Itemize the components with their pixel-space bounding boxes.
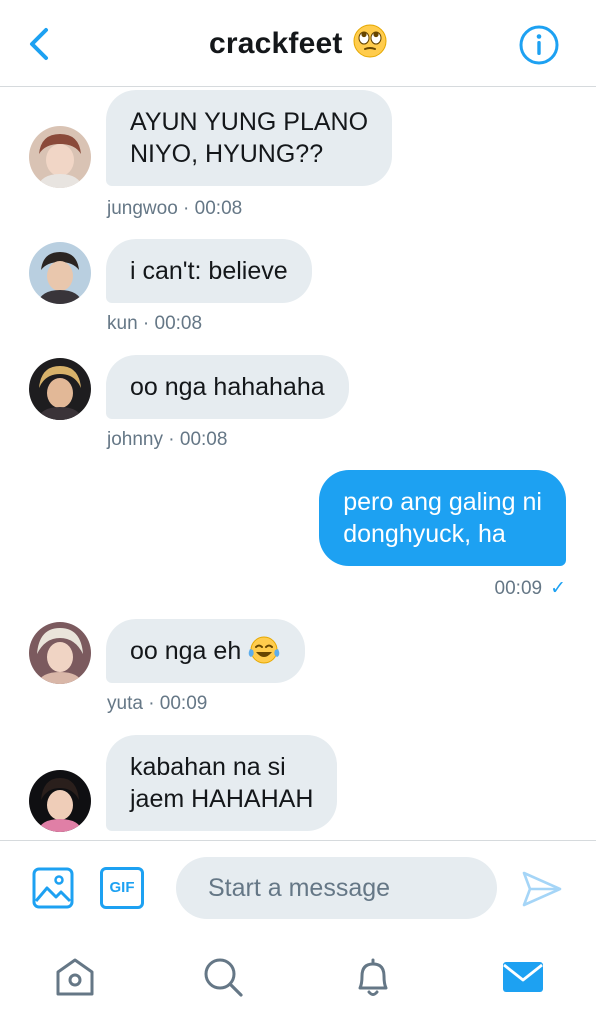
message-text-line: jaem HAHAHAH	[130, 785, 314, 813]
message-bubble-jaemin[interactable]: kabahan na si jaem HAHAHAH	[106, 735, 338, 831]
message-time: 00:09	[494, 578, 543, 599]
message-text-line: i can't: believe	[130, 257, 288, 285]
avatar-jaemin-image	[29, 770, 91, 832]
conversation-title: crackfeet	[208, 27, 343, 60]
message-text-line: donghyuck, ha	[343, 520, 506, 548]
home-icon[interactable]	[52, 954, 98, 1000]
image-icon[interactable]	[32, 867, 74, 909]
notifications-icon[interactable]	[350, 954, 396, 1000]
rolling-eyes-emoji-icon	[353, 24, 387, 58]
avatar-yuta-image	[29, 622, 91, 684]
message-meta-kun: kun · 00:08	[107, 313, 203, 334]
avatar-johnny-image	[29, 358, 91, 420]
info-icon[interactable]	[518, 24, 560, 66]
conversation-title-wrap: crackfeet	[0, 24, 596, 61]
avatar-jungwoo[interactable]	[29, 126, 91, 188]
message-meta-outgoing: 00:09 ✓	[495, 577, 566, 600]
message-bubble-outgoing[interactable]: pero ang galing ni donghyuck, ha	[319, 470, 566, 566]
avatar-kun-image	[29, 242, 91, 304]
search-icon[interactable]	[200, 954, 246, 1000]
avatar-jaemin[interactable]	[29, 770, 91, 832]
avatar-johnny[interactable]	[29, 358, 91, 420]
messages-icon[interactable]	[500, 954, 546, 1000]
sent-check-icon: ✓	[550, 578, 566, 599]
message-composer: GIF	[0, 840, 596, 934]
bottom-tab-bar	[0, 934, 596, 1024]
tears-of-joy-emoji-icon	[248, 636, 280, 664]
message-meta-jungwoo: jungwoo · 00:08	[107, 198, 243, 219]
message-bubble-yuta[interactable]: oo nga eh	[106, 619, 306, 683]
avatar-jungwoo-image	[29, 126, 91, 188]
message-bubble-kun[interactable]: i can't: believe	[106, 239, 312, 303]
message-text-line: pero ang galing ni	[343, 488, 542, 516]
message-text-line: AYUN YUNG PLANO	[130, 108, 369, 136]
message-text-line: kabahan na si	[130, 753, 286, 781]
avatar-kun[interactable]	[29, 242, 91, 304]
message-bubble-johnny[interactable]: oo nga hahahaha	[106, 355, 349, 419]
message-text-line: oo nga eh	[130, 637, 242, 665]
message-text-line: NIYO, HYUNG??	[130, 140, 324, 168]
conversation-header: crackfeet	[0, 0, 596, 87]
message-bubble-jungwoo[interactable]: AYUN YUNG PLANO NIYO, HYUNG??	[106, 90, 393, 186]
message-meta-johnny: johnny · 00:08	[107, 429, 228, 450]
gif-label: GIF	[109, 879, 135, 896]
send-icon[interactable]	[520, 867, 564, 911]
avatar-yuta[interactable]	[29, 622, 91, 684]
gif-button[interactable]: GIF	[100, 867, 144, 909]
message-input[interactable]	[176, 857, 497, 919]
message-text-line: oo nga hahahaha	[130, 373, 325, 401]
message-meta-yuta: yuta · 00:09	[107, 693, 208, 714]
